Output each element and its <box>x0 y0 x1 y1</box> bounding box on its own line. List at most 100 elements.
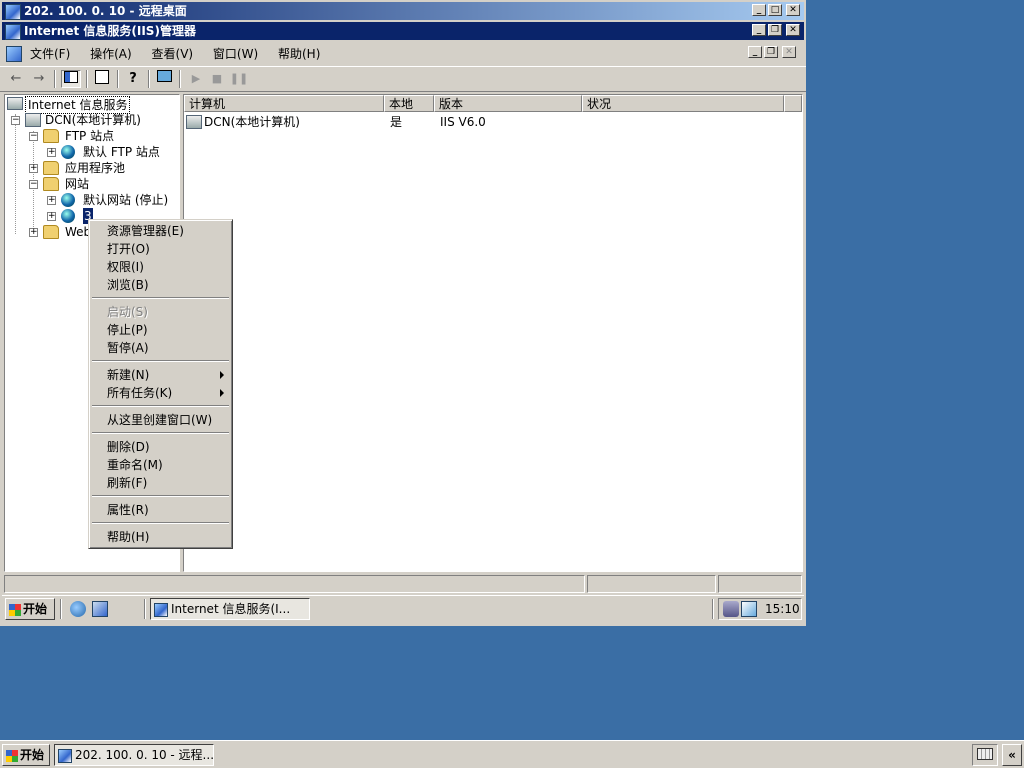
column-header-local[interactable]: 本地 <box>384 95 434 112</box>
back-arrow-icon[interactable]: ← <box>6 70 26 88</box>
collapse-toggle[interactable]: − <box>29 180 38 189</box>
menu-view[interactable]: 查看(V) <box>144 43 202 65</box>
toolbar-separator <box>179 70 181 88</box>
host-task-rdp-label: 202. 100. 0. 10 - 远程... <box>75 748 214 762</box>
menu-item-new[interactable]: 新建(N) <box>107 366 149 384</box>
help-icon[interactable]: ? <box>123 70 143 88</box>
toolbar-separator <box>54 70 56 88</box>
computer-icon[interactable] <box>154 70 174 88</box>
column-header-filler <box>784 95 802 112</box>
rdp-maximize-button[interactable]: □ <box>768 4 782 16</box>
menu-item-help[interactable]: 帮助(H) <box>107 528 149 546</box>
remote-desktop-icon <box>58 748 72 763</box>
child-close-button[interactable]: ✕ <box>782 46 796 58</box>
child-minimize-button[interactable]: _ <box>748 46 762 58</box>
expand-toggle[interactable]: + <box>47 196 56 205</box>
toolbar-separator <box>148 70 150 88</box>
menu-item-browse[interactable]: 浏览(B) <box>107 276 149 294</box>
iis-title-bar[interactable]: Internet 信息服务(IIS)管理器 _ ❐ ✕ <box>2 22 804 40</box>
menu-separator <box>92 522 229 524</box>
menu-item-explorer[interactable]: 资源管理器(E) <box>107 222 184 240</box>
host-system-tray <box>972 744 998 766</box>
iis-restore-button[interactable]: ❐ <box>768 24 782 36</box>
rdp-close-button[interactable]: ✕ <box>786 4 800 16</box>
iis-services-icon <box>7 97 23 110</box>
column-header-status[interactable]: 状况 <box>582 95 784 112</box>
remote-taskbar: 开始 Internet 信息服务(I... 15:10 <box>2 595 804 624</box>
menu-item-properties[interactable]: 属性(R) <box>107 501 149 519</box>
menu-window[interactable]: 窗口(W) <box>205 43 266 65</box>
rdp-minimize-button[interactable]: _ <box>752 4 766 16</box>
expand-toggle[interactable]: + <box>47 148 56 157</box>
stop-icon[interactable]: ■ <box>207 70 227 88</box>
forward-arrow-icon[interactable]: → <box>29 70 49 88</box>
internet-explorer-icon[interactable] <box>70 601 86 617</box>
toolbar-separator <box>117 70 119 88</box>
column-header-version[interactable]: 版本 <box>434 95 582 112</box>
iis-close-button[interactable]: ✕ <box>786 24 800 36</box>
remote-desktop-window: 202. 100. 0. 10 - 远程桌面 _ □ ✕ Internet 信息… <box>0 0 806 626</box>
remote-connection-icon[interactable] <box>741 601 757 617</box>
expand-toggle[interactable]: + <box>29 164 38 173</box>
collapse-toggle[interactable]: − <box>11 116 20 125</box>
website-icon <box>61 209 75 223</box>
menu-separator <box>92 360 229 362</box>
taskbar-separator <box>60 599 62 619</box>
host-start-label: 开始 <box>20 748 45 762</box>
status-panel-2 <box>587 575 716 593</box>
child-restore-button[interactable]: ❐ <box>764 46 778 58</box>
expand-toggle[interactable]: + <box>29 228 38 237</box>
toolbar: ← → ? ▶ ■ ❚❚ <box>0 66 806 92</box>
menu-item-open[interactable]: 打开(O) <box>107 240 150 258</box>
host-start-button[interactable]: 开始 <box>2 744 50 766</box>
collapse-toggle[interactable]: − <box>29 132 38 141</box>
iis-minimize-button[interactable]: _ <box>752 24 766 36</box>
tree-label-websites: 网站 <box>65 177 90 191</box>
keyboard-icon[interactable] <box>977 748 993 760</box>
menu-item-pause[interactable]: 暂停(A) <box>107 339 149 357</box>
table-row[interactable]: DCN(本地计算机) 是 IIS V6.0 <box>184 114 784 130</box>
status-panel-3 <box>718 575 802 593</box>
rdp-title-bar[interactable]: 202. 100. 0. 10 - 远程桌面 _ □ ✕ <box>2 2 804 20</box>
tree-label-default-website: 默认网站 (停止) <box>83 193 169 207</box>
menu-action[interactable]: 操作(A) <box>82 43 140 65</box>
taskbar-separator <box>144 599 146 619</box>
menu-item-delete[interactable]: 删除(D) <box>107 438 150 456</box>
menu-separator <box>92 495 229 497</box>
menu-item-stop[interactable]: 停止(P) <box>107 321 148 339</box>
folder-icon <box>43 129 59 143</box>
export-list-icon[interactable] <box>92 70 112 88</box>
pause-icon[interactable]: ❚❚ <box>229 70 249 88</box>
tree-label-computer: DCN(本地计算机) <box>45 113 141 127</box>
remote-clock[interactable]: 15:10 <box>765 599 800 619</box>
tray-collapse-button[interactable]: « <box>1002 744 1022 766</box>
network-icon[interactable] <box>723 601 739 617</box>
mmc-menu-icon[interactable] <box>6 46 22 62</box>
server-icon <box>25 113 41 127</box>
status-panel-main <box>4 575 585 593</box>
column-header-computer[interactable]: 计算机 <box>184 95 384 112</box>
play-icon[interactable]: ▶ <box>186 70 206 88</box>
remote-task-iis-button[interactable]: Internet 信息服务(I... <box>150 598 310 620</box>
remote-start-button[interactable]: 开始 <box>5 598 55 620</box>
show-hide-tree-icon[interactable] <box>61 70 81 88</box>
cell-version: IIS V6.0 <box>440 115 486 129</box>
menu-item-new-window[interactable]: 从这里创建窗口(W) <box>107 411 212 429</box>
remote-desktop-icon <box>5 3 21 20</box>
host-task-rdp-button[interactable]: 202. 100. 0. 10 - 远程... <box>54 744 214 766</box>
menu-separator <box>92 405 229 407</box>
menu-item-all-tasks[interactable]: 所有任务(K) <box>107 384 172 402</box>
taskbar-separator <box>712 599 714 619</box>
expand-toggle[interactable]: + <box>47 212 56 221</box>
remote-task-iis-label: Internet 信息服务(I... <box>171 602 291 616</box>
iis-app-icon <box>154 602 168 617</box>
folder-icon <box>43 225 59 239</box>
menu-item-refresh[interactable]: 刷新(F) <box>107 474 147 492</box>
menu-item-rename[interactable]: 重命名(M) <box>107 456 163 474</box>
show-desktop-icon[interactable] <box>92 601 108 617</box>
menu-help[interactable]: 帮助(H) <box>270 43 328 65</box>
folder-open-icon <box>43 177 59 191</box>
menu-file[interactable]: 文件(F) <box>22 43 78 65</box>
menu-item-permissions[interactable]: 权限(I) <box>107 258 144 276</box>
toolbar-separator <box>86 70 88 88</box>
